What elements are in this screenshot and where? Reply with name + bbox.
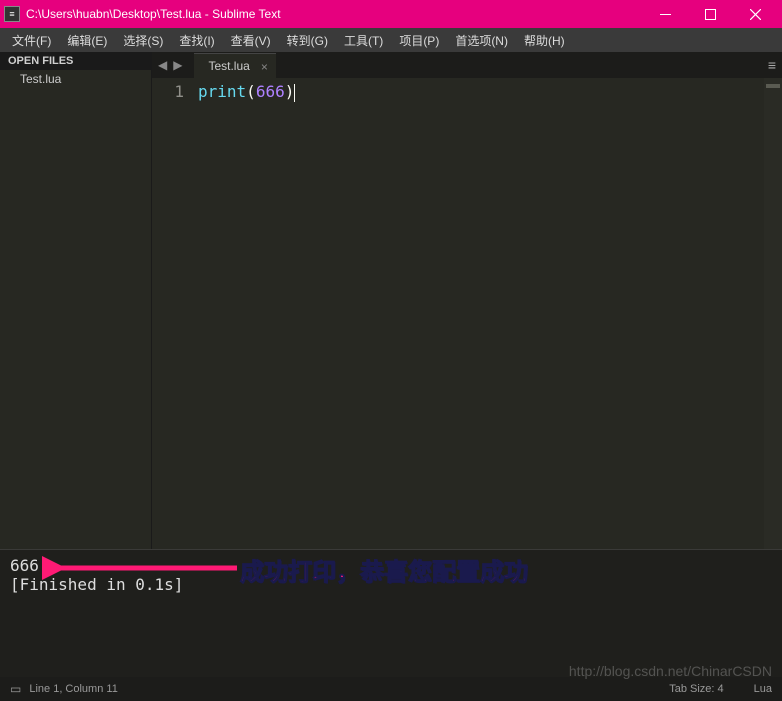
tab-size[interactable]: Tab Size: 4 [669, 683, 723, 695]
menu-project[interactable]: 项目(P) [391, 29, 447, 52]
editor-area: ◀ ▶ Test.lua × ≡ 1 print(666) [152, 52, 782, 549]
code-number: 666 [256, 82, 285, 101]
sidebar: OPEN FILES Test.lua [0, 52, 152, 549]
code-fn: print [198, 82, 246, 101]
console-output: 666 [10, 556, 772, 575]
panel-switcher-icon[interactable]: ▭ [10, 682, 21, 696]
menu-preferences[interactable]: 首选项(N) [447, 29, 516, 52]
tab-next-icon[interactable]: ▶ [171, 58, 184, 72]
close-button[interactable] [733, 0, 778, 28]
menubar: 文件(F) 编辑(E) 选择(S) 查找(I) 查看(V) 转到(G) 工具(T… [0, 28, 782, 52]
window-titlebar: ≡ C:\Users\huabn\Desktop\Test.lua - Subl… [0, 0, 782, 28]
text-cursor [294, 84, 295, 102]
minimap[interactable] [764, 78, 782, 549]
line-gutter: 1 [152, 78, 194, 549]
statusbar: ▭ Line 1, Column 11 Tab Size: 4 Lua [0, 677, 782, 701]
line-number: 1 [152, 82, 184, 101]
menu-tools[interactable]: 工具(T) [336, 29, 391, 52]
app-icon: ≡ [4, 6, 20, 22]
menu-file[interactable]: 文件(F) [4, 29, 59, 52]
window-title: C:\Users\huabn\Desktop\Test.lua - Sublim… [26, 7, 643, 21]
tab-nav-arrows: ◀ ▶ [152, 58, 188, 72]
minimize-button[interactable] [643, 0, 688, 28]
code-paren-close: ) [285, 82, 295, 101]
sidebar-file-entry[interactable]: Test.lua [0, 70, 151, 88]
cursor-position[interactable]: Line 1, Column 11 [29, 683, 117, 695]
code-line: print(666) [198, 82, 764, 102]
code-paren-open: ( [246, 82, 256, 101]
menu-view[interactable]: 查看(V) [223, 29, 279, 52]
menu-edit[interactable]: 编辑(E) [59, 29, 115, 52]
menu-find[interactable]: 查找(I) [171, 29, 222, 52]
open-files-header: OPEN FILES [0, 52, 151, 70]
menu-goto[interactable]: 转到(G) [279, 29, 336, 52]
code-content[interactable]: print(666) [194, 78, 764, 549]
code-area[interactable]: 1 print(666) [152, 78, 782, 549]
tab-prev-icon[interactable]: ◀ [156, 58, 169, 72]
build-output-panel[interactable]: 666 [Finished in 0.1s] [0, 549, 782, 677]
console-finished: [Finished in 0.1s] [10, 575, 772, 594]
tab-row: ◀ ▶ Test.lua × ≡ [152, 52, 782, 78]
tab-label: Test.lua [208, 59, 249, 73]
minimap-mark [766, 84, 780, 88]
menu-select[interactable]: 选择(S) [115, 29, 171, 52]
tab-active[interactable]: Test.lua × [194, 53, 275, 78]
maximize-button[interactable] [688, 0, 733, 28]
menu-help[interactable]: 帮助(H) [516, 29, 573, 52]
window-controls [643, 0, 778, 28]
tab-close-icon[interactable]: × [261, 60, 268, 74]
main-area: OPEN FILES Test.lua ◀ ▶ Test.lua × ≡ 1 p… [0, 52, 782, 549]
syntax-lang[interactable]: Lua [754, 683, 772, 695]
panel-menu-icon[interactable]: ≡ [768, 57, 776, 73]
